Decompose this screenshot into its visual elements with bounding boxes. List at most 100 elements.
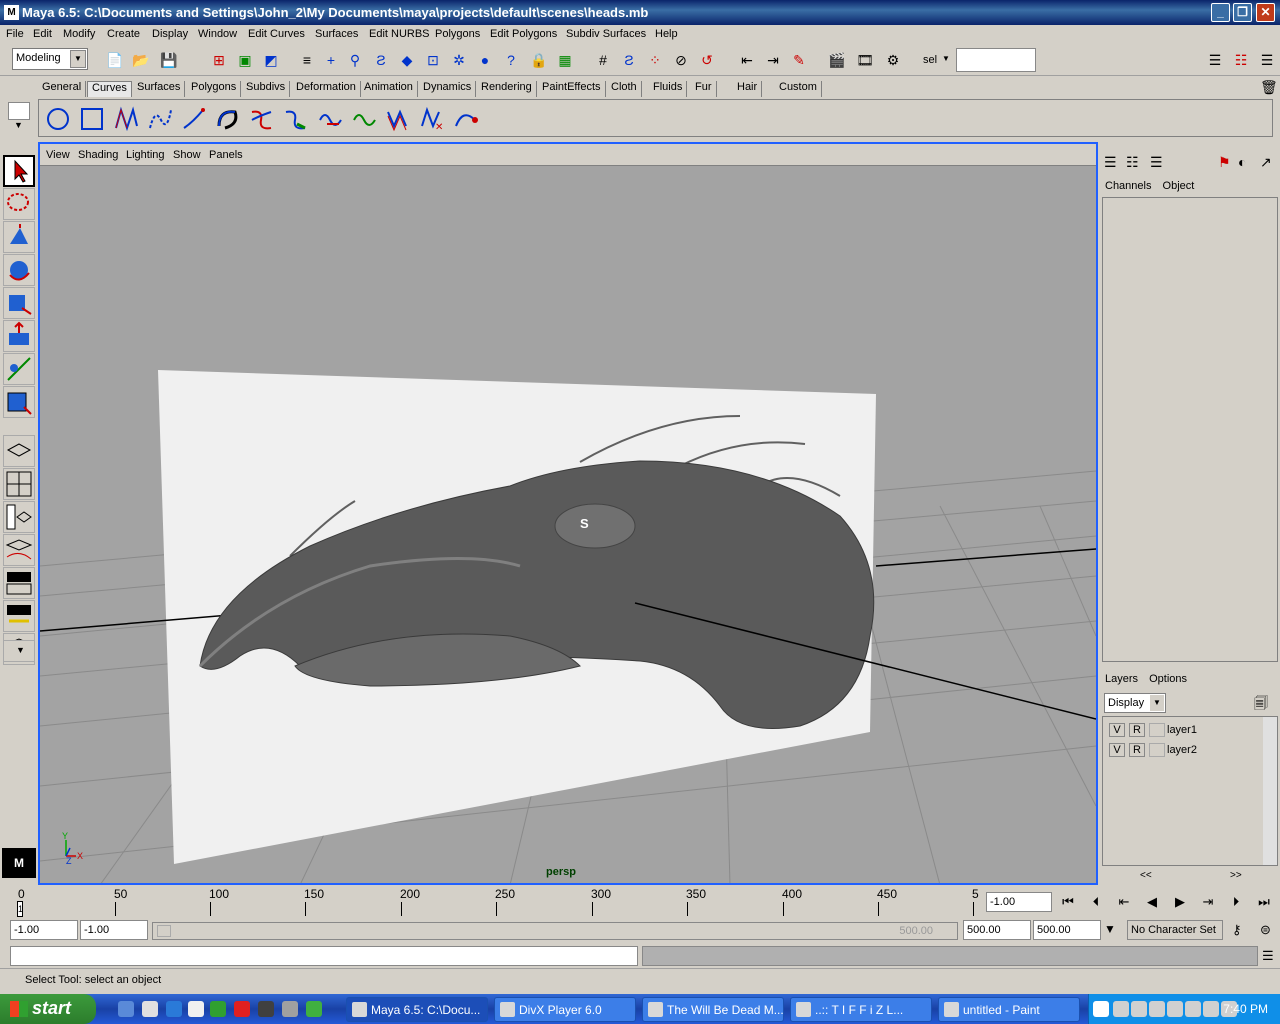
maya-quick-launch-icon[interactable] (258, 1001, 274, 1017)
menu-edit-polygons[interactable]: Edit Polygons (490, 28, 557, 40)
save-scene-icon[interactable]: 💾 (158, 49, 180, 71)
shelf-tab-fur[interactable]: Fur (691, 81, 717, 97)
maximize-button[interactable]: ❐ (1233, 3, 1252, 22)
shelf-tab-rendering[interactable]: Rendering (477, 81, 537, 97)
insert-knot-icon[interactable] (315, 104, 345, 134)
snap-view-plane-icon[interactable]: ⊘ (670, 49, 692, 71)
taskbar-item-paint[interactable]: untitled - Paint (938, 997, 1080, 1022)
layer-row[interactable]: V R layer1 (1105, 721, 1265, 739)
go-to-end-button[interactable]: ⏭ (1252, 892, 1276, 912)
range-slider[interactable]: 500.00 (152, 922, 958, 940)
select-hierarchy-icon[interactable]: ⊞ (208, 49, 230, 71)
snap-grid-icon[interactable]: # (592, 49, 614, 71)
universal-manipulator-icon[interactable] (3, 320, 35, 352)
attach-curves-icon[interactable] (247, 104, 277, 134)
script-editor-icon[interactable]: ☰ (1262, 948, 1274, 964)
persp-trax-layout-icon[interactable] (3, 600, 35, 632)
quick-launch-icon[interactable] (234, 1001, 250, 1017)
character-set-field[interactable]: No Character Set (1127, 920, 1223, 940)
shelf-tab-deformation[interactable]: Deformation (292, 81, 361, 97)
quick-launch-icon[interactable] (306, 1001, 322, 1017)
snap-point-icon[interactable]: ⁘ (644, 49, 666, 71)
menu-polygons[interactable]: Polygons (435, 28, 480, 40)
render-globals-icon[interactable]: ⚙ (882, 49, 904, 71)
lock-selection-icon[interactable]: 🔒 (528, 49, 550, 71)
arrow-icon[interactable]: ↗ (1260, 154, 1272, 171)
select-object-icon[interactable]: ▣ (234, 49, 256, 71)
persp-viewport[interactable]: View Shading Lighting Show Panels S Y X … (38, 142, 1098, 885)
quick-launch-icon[interactable] (210, 1001, 226, 1017)
shelf-tab-subdivs[interactable]: Subdivs (242, 81, 291, 97)
menu-help[interactable]: Help (655, 28, 678, 40)
move-tool-icon[interactable] (3, 221, 35, 253)
animation-end-field[interactable]: 500.00 (1033, 920, 1101, 940)
tray-icon[interactable] (1203, 1001, 1219, 1017)
layer-name[interactable]: layer1 (1167, 724, 1197, 736)
create-layer-icon[interactable]: 🗐 (1254, 693, 1268, 717)
layer-render-toggle[interactable]: R (1129, 743, 1145, 757)
mode-selector[interactable]: Modeling ▼ (12, 48, 88, 70)
tray-expand-icon[interactable] (1093, 1001, 1109, 1017)
construction-history-icon[interactable]: ✎ (788, 49, 810, 71)
minimize-button[interactable]: _ (1211, 3, 1230, 22)
make-live-icon[interactable]: ↺ (696, 49, 718, 71)
viewport-menu-lighting[interactable]: Lighting (126, 149, 165, 161)
shelf-tab-cloth[interactable]: Cloth (607, 81, 642, 97)
step-forward-frame-button[interactable]: ⏵ (1224, 892, 1248, 912)
viewport-menu-panels[interactable]: Panels (209, 149, 243, 161)
character-set-dropdown-icon[interactable]: ▼ (1104, 922, 1116, 936)
shelf-tab-surfaces[interactable]: Surfaces (133, 81, 186, 97)
channel-box-icon[interactable]: ☰ (1104, 154, 1117, 171)
step-back-frame-button[interactable]: ⏴ (1084, 892, 1108, 912)
internet-explorer-icon[interactable] (166, 1001, 182, 1017)
persp-outliner-layout-icon[interactable] (3, 501, 35, 533)
selection-input[interactable] (956, 48, 1036, 72)
ep-curve-tool-icon[interactable] (145, 104, 175, 134)
shelf-tab-animation[interactable]: Animation (360, 81, 418, 97)
select-rendering-icon[interactable]: ● (474, 49, 496, 71)
layer-visibility-toggle[interactable]: V (1109, 723, 1125, 737)
options-menu[interactable]: Options (1149, 673, 1187, 685)
persp-graph-layout-icon[interactable] (3, 534, 35, 566)
menu-window[interactable]: Window (198, 28, 237, 40)
pin-icon[interactable]: ⚑ (1218, 154, 1231, 171)
shelf-tab-custom[interactable]: Custom (775, 81, 822, 97)
taskbar-item-tiffizl[interactable]: ..:: T I F F i Z L... (790, 997, 932, 1022)
sel-dropdown-icon[interactable]: ▼ (942, 54, 950, 63)
pencil-curve-tool-icon[interactable] (179, 104, 209, 134)
chevron-down-icon[interactable]: ▼ (3, 640, 35, 662)
viewport-menu-view[interactable]: View (46, 149, 70, 161)
layer-color-swatch[interactable] (1149, 723, 1165, 737)
shelf-tab-hair[interactable]: Hair (733, 81, 763, 97)
maya-app-icon[interactable]: M (4, 5, 19, 20)
current-frame-field[interactable]: -1.00 (986, 892, 1052, 912)
detach-curves-icon[interactable] (281, 104, 311, 134)
range-start-handle[interactable] (157, 925, 171, 937)
filter-menu-icon[interactable]: ≡ (296, 49, 318, 71)
shelf-menu[interactable]: ▼ (8, 102, 38, 138)
select-surfaces-icon[interactable]: ◆ (396, 49, 418, 71)
nurbs-square-icon[interactable] (77, 104, 107, 134)
animation-start-field[interactable]: -1.00 (10, 920, 78, 940)
shelf-tab-polygons[interactable]: Polygons (187, 81, 242, 97)
layer-row[interactable]: V R layer2 (1105, 741, 1265, 759)
show-manipulator-icon[interactable] (3, 386, 35, 418)
go-to-start-button[interactable]: ⏮ (1056, 892, 1080, 912)
hypershade-layout-icon[interactable] (3, 567, 35, 599)
select-tool-icon[interactable] (3, 155, 35, 187)
menu-subdiv-surfaces[interactable]: Subdiv Surfaces (566, 28, 646, 40)
select-component-icon[interactable]: ◩ (260, 49, 282, 71)
select-deformations-icon[interactable]: ⊡ (422, 49, 444, 71)
show-tool-settings-icon[interactable]: ☷ (1230, 49, 1252, 71)
quick-launch-icon[interactable] (188, 1001, 204, 1017)
soft-modification-icon[interactable] (3, 353, 35, 385)
quick-launch-icon[interactable] (282, 1001, 298, 1017)
cv-curve-tool-icon[interactable] (111, 104, 141, 134)
open-scene-icon[interactable]: 📂 (130, 49, 152, 71)
render-frame-icon[interactable]: 🎬 (826, 49, 848, 71)
tray-icon[interactable] (1185, 1001, 1201, 1017)
playback-end-field[interactable]: 500.00 (963, 920, 1031, 940)
show-desktop-icon[interactable] (118, 1001, 134, 1017)
layer-render-toggle[interactable]: R (1129, 723, 1145, 737)
channel-box-content[interactable] (1102, 197, 1278, 662)
